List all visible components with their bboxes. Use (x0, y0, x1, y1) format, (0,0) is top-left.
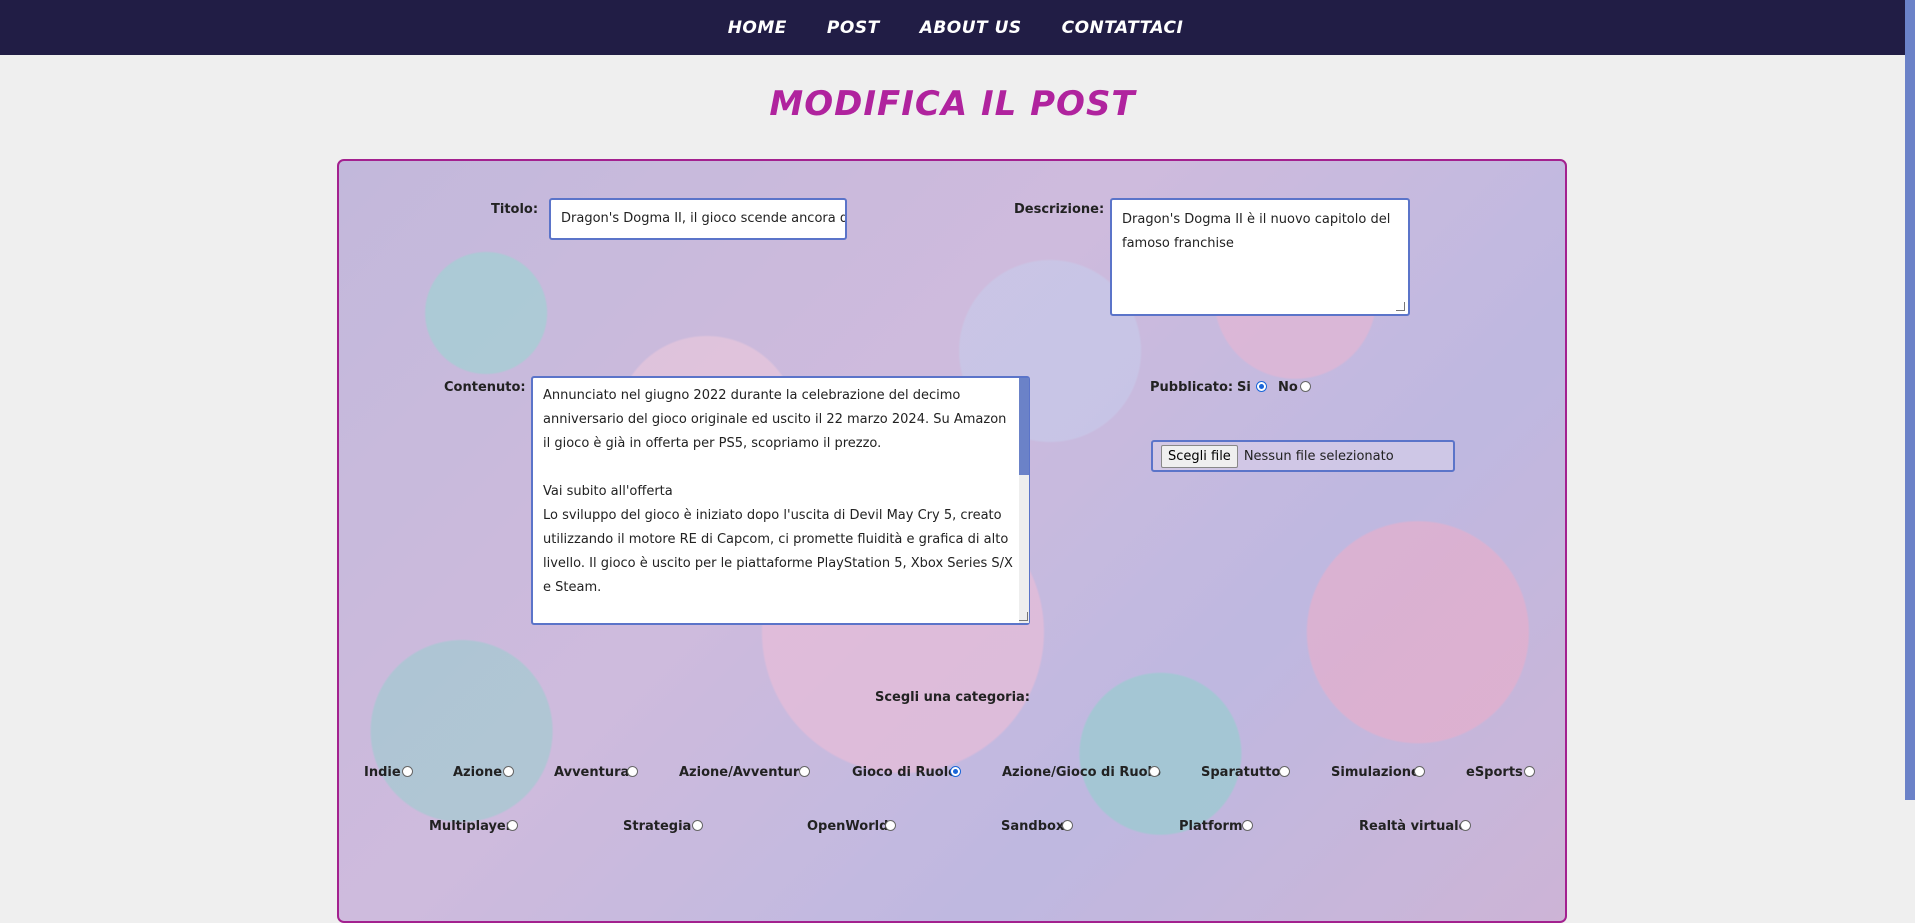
category-radio-esports[interactable] (1524, 766, 1535, 777)
category-radio-azione-gioco-di-ruolo[interactable] (1149, 766, 1160, 777)
category-label-avventura: Avventura (554, 765, 630, 780)
contenuto-label: Contenuto: (444, 380, 526, 395)
page-scrollbar-thumb[interactable] (1905, 0, 1915, 800)
contenuto-paragraph: Lo sviluppo del gioco è iniziato dopo l'… (543, 508, 1013, 595)
contenuto-paragraph: Vai subito all'offerta (543, 484, 673, 499)
pubblicato-no-label: No (1278, 380, 1298, 395)
category-radio-realta-virtuale[interactable] (1460, 820, 1471, 831)
page-title: MODIFICA IL POST (769, 84, 1136, 124)
category-radio-sandbox[interactable] (1062, 820, 1073, 831)
nav-about-link[interactable]: ABOUT US (920, 18, 1022, 38)
image-file-input[interactable]: Scegli file Nessun file selezionato (1151, 440, 1455, 472)
contenuto-paragraph (543, 456, 1016, 480)
category-radio-multiplayer[interactable] (507, 820, 518, 831)
nav-post-link[interactable]: POST (827, 18, 880, 38)
titolo-label: Titolo: (491, 202, 539, 217)
descrizione-textarea[interactable]: Dragon's Dogma II è il nuovo capitolo de… (1110, 198, 1410, 316)
descrizione-label: Descrizione: (1014, 202, 1105, 217)
category-radio-sparatutto[interactable] (1279, 766, 1290, 777)
category-label-azione: Azione (453, 765, 503, 780)
contenuto-resize-handle[interactable] (1019, 612, 1028, 621)
category-label-gioco-di-ruolo: Gioco di Ruolo (852, 765, 958, 780)
category-label-platform: Platform (1179, 819, 1243, 834)
pubblicato-label: Pubblicato: (1150, 380, 1234, 395)
nav-contact-link[interactable]: CONTATTACI (1062, 18, 1184, 38)
top-navbar: HOME POST ABOUT US CONTATTACI (0, 0, 1905, 55)
contenuto-textarea[interactable]: Annunciato nel giugno 2022 durante la ce… (531, 376, 1030, 625)
categoria-title: Scegli una categoria: (874, 690, 1031, 705)
category-label-esports: eSports (1466, 765, 1523, 780)
contenuto-paragraph: Annunciato nel giugno 2022 durante la ce… (543, 388, 1007, 451)
category-label-openworld: OpenWorld (807, 819, 889, 834)
pubblicato-si-radio[interactable] (1256, 381, 1267, 392)
nav-links: HOME POST ABOUT US CONTATTACI (728, 18, 1184, 38)
category-radio-openworld[interactable] (885, 820, 896, 831)
category-label-azione-gioco-di-ruolo: Azione/Gioco di Ruolo (1002, 765, 1161, 780)
file-status-text: Nessun file selezionato (1243, 448, 1394, 464)
category-label-indie: Indie (364, 765, 401, 780)
nav-home-link[interactable]: HOME (728, 18, 787, 38)
category-radio-strategia[interactable] (692, 820, 703, 831)
category-radio-gioco-di-ruolo[interactable] (950, 766, 961, 777)
category-radio-avventura[interactable] (627, 766, 638, 777)
category-radio-indie[interactable] (402, 766, 413, 777)
category-label-azione-avventura: Azione/Avventura (679, 765, 809, 780)
pubblicato-no-radio[interactable] (1300, 381, 1311, 392)
category-radio-azione-avventura[interactable] (799, 766, 810, 777)
category-radio-azione[interactable] (503, 766, 514, 777)
choose-file-button[interactable]: Scegli file (1161, 444, 1238, 468)
category-label-realta-virtuale: Realtà virtuale (1359, 819, 1468, 834)
category-label-simulazione: Simulazione (1331, 765, 1420, 780)
category-label-multiplayer: Multiplayer (429, 819, 513, 834)
contenuto-scrollbar-thumb[interactable] (1019, 378, 1029, 475)
category-radio-simulazione[interactable] (1414, 766, 1425, 777)
pubblicato-si-label: Si (1237, 380, 1251, 395)
category-label-strategia: Strategia (623, 819, 692, 834)
descrizione-resize-handle[interactable] (1396, 302, 1405, 311)
titolo-input[interactable]: Dragon's Dogma II, il gioco scende ancor… (549, 198, 847, 240)
category-radio-platform[interactable] (1242, 820, 1253, 831)
category-label-sparatutto: Sparatutto (1201, 765, 1281, 780)
category-label-sandbox: Sandbox (1001, 819, 1065, 834)
